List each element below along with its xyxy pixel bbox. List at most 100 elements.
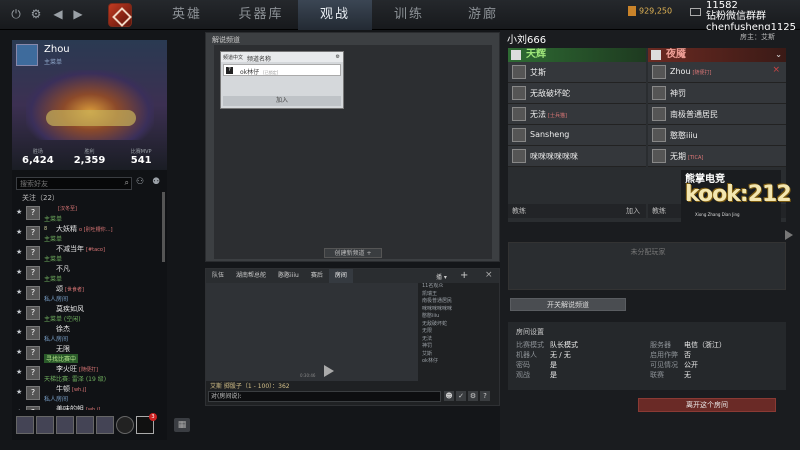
chat-input[interactable]: 对(房间说): bbox=[208, 391, 441, 402]
help-icon[interactable]: ? bbox=[480, 391, 490, 401]
profile-card[interactable]: Zhou 主菜单 胜场 6,424 胜利 2,359 比赛MVP 541 bbox=[12, 40, 167, 170]
headset-icon[interactable] bbox=[116, 416, 134, 434]
player-slot[interactable]: 无敌破坏蛇 bbox=[508, 83, 646, 104]
star-icon[interactable]: ★ bbox=[16, 368, 22, 376]
chat-tab[interactable]: 队伍 bbox=[206, 269, 230, 283]
party-avatar[interactable] bbox=[36, 416, 54, 434]
player-slot[interactable]: 憨憨iiiu bbox=[648, 125, 786, 146]
player-slot[interactable]: 无期 [TICA] bbox=[648, 146, 786, 167]
friend-list-scrollbar[interactable] bbox=[162, 192, 165, 262]
star-icon[interactable]: ★ bbox=[16, 408, 22, 410]
close-icon[interactable]: × bbox=[772, 65, 780, 75]
leave-lobby-button[interactable]: 离开这个房间 bbox=[638, 398, 776, 412]
play-icon[interactable] bbox=[324, 365, 334, 377]
chat-member[interactable]: 无法 bbox=[422, 336, 498, 344]
channel-slot[interactable]: ? ok林仔 [已锁定] bbox=[223, 64, 341, 76]
avatar[interactable] bbox=[16, 44, 38, 66]
chat-tab[interactable]: 憨憨iiiu bbox=[272, 269, 305, 283]
chevron-down-icon[interactable]: ⌄ bbox=[775, 48, 782, 62]
friend-row[interactable]: ★? 8 大妖精 o [别吐槽你…] 主菜单 bbox=[16, 224, 166, 244]
tab-learn[interactable]: 训练 bbox=[372, 0, 446, 30]
chat-member[interactable]: 憨憨iiiu bbox=[422, 313, 498, 321]
player-slot[interactable]: Zhou [随便打] × bbox=[648, 62, 786, 83]
star-icon[interactable]: ★ bbox=[16, 328, 22, 336]
star-icon[interactable]: ★ bbox=[16, 248, 22, 256]
friend-row[interactable]: ★?美味的蛆[wh.j]私人房间 bbox=[16, 404, 166, 410]
party-avatar[interactable] bbox=[56, 416, 74, 434]
settings-icon[interactable]: ⚙ bbox=[28, 6, 44, 22]
friend-row[interactable]: ★? 牛顿 [wh.j] 私人房间 bbox=[16, 384, 166, 404]
channel-join-button[interactable]: 加入 bbox=[223, 96, 341, 106]
star-icon[interactable]: ★ bbox=[16, 268, 22, 276]
friend-section-header[interactable]: 关注（22） bbox=[16, 192, 166, 204]
chat-member[interactable]: 神罚 bbox=[422, 343, 498, 351]
party-invite-button[interactable]: 3 bbox=[136, 413, 157, 434]
tab-armory[interactable]: 兵器库 bbox=[224, 0, 298, 30]
friend-row[interactable]: ★? [汉冬至] 主菜单 bbox=[16, 204, 166, 224]
add-chat-icon[interactable]: + bbox=[460, 270, 468, 281]
star-icon[interactable]: ★ bbox=[16, 388, 22, 396]
friend-groups-icon[interactable]: ⚉ bbox=[152, 177, 160, 187]
player-name: 咪咪咪咪咪咪 bbox=[530, 151, 578, 162]
mail-icon[interactable] bbox=[690, 8, 701, 16]
gear-icon[interactable]: ⚙ bbox=[336, 54, 340, 60]
unassigned-players[interactable]: 未分配玩家 bbox=[508, 242, 786, 290]
chat-member[interactable]: 咪咪咪咪咪咪 bbox=[422, 306, 498, 314]
toggle-broadcast-button[interactable]: 开关解说频道 bbox=[510, 298, 626, 311]
friend-row[interactable]: ★? 徐杰 私人房间 bbox=[16, 324, 166, 344]
setting-value: 是 bbox=[550, 361, 557, 369]
chat-tab[interactable]: 赛后 bbox=[305, 269, 329, 283]
setting-value: 无 / 无 bbox=[550, 351, 571, 359]
party-avatar[interactable] bbox=[76, 416, 94, 434]
star-icon[interactable]: ★ bbox=[16, 288, 22, 296]
star-icon[interactable]: ★ bbox=[16, 308, 22, 316]
chat-member[interactable]: 南极普通居民 bbox=[422, 298, 498, 306]
chat-messages[interactable]: 0:30:46 bbox=[206, 283, 418, 381]
chat-members-toggle[interactable]: 播 ▾ bbox=[436, 272, 447, 281]
tab-heroes[interactable]: 英雄 bbox=[150, 0, 224, 30]
player-slot[interactable]: 神罚 bbox=[648, 83, 786, 104]
chat-member[interactable]: 无限 bbox=[422, 328, 498, 336]
chat-tab[interactable]: 房间 bbox=[328, 269, 353, 283]
add-friend-icon[interactable]: ⚇ bbox=[136, 177, 144, 187]
close-chat-icon[interactable]: × bbox=[485, 270, 493, 280]
expand-arrow-icon[interactable] bbox=[785, 230, 793, 240]
settings-icon[interactable]: ⚙ bbox=[468, 391, 478, 401]
star-icon[interactable]: ★ bbox=[16, 208, 22, 216]
back-arrow-icon[interactable]: ◀ bbox=[50, 6, 66, 22]
confirm-icon[interactable]: ✓ bbox=[456, 391, 466, 401]
friend-search-input[interactable] bbox=[17, 178, 117, 189]
friend-row[interactable]: ★? 李火旺 [随便打] 天梯比赛: 雷泽 (19 级) bbox=[16, 364, 166, 384]
create-channel-button[interactable]: 创建新频道 + bbox=[324, 248, 382, 258]
chat-member[interactable]: 凯瑞王 bbox=[422, 291, 498, 299]
star-icon[interactable]: ★ bbox=[16, 348, 22, 356]
player-slot[interactable]: Sansheng bbox=[508, 125, 646, 146]
watermark-sub: Xiong Zhang Dian Jing bbox=[695, 212, 740, 217]
friend-row[interactable]: ★? 莫疾如风 主菜单 (空闲) bbox=[16, 304, 166, 324]
tab-arcade[interactable]: 游廊 bbox=[446, 0, 520, 30]
chat-member[interactable]: 11名观众 bbox=[422, 283, 498, 291]
friend-row[interactable]: ★? 无限 寻找比赛中 bbox=[16, 344, 166, 364]
player-slot[interactable]: 南极普通居民 bbox=[648, 104, 786, 125]
chat-tab[interactable]: 湖南帮总舵 bbox=[230, 269, 272, 283]
chat-member[interactable]: ok林仔 bbox=[422, 358, 498, 366]
dota-logo[interactable] bbox=[108, 3, 132, 27]
forward-arrow-icon[interactable]: ▶ bbox=[70, 6, 86, 22]
emoji-icon[interactable]: ☻ bbox=[444, 391, 454, 401]
chat-member[interactable]: 无敌破坏蛇 bbox=[422, 321, 498, 329]
chat-member[interactable]: 艾斯 bbox=[422, 351, 498, 359]
player-slot[interactable]: 无法 [士兵猫] bbox=[508, 104, 646, 125]
coach-join-button[interactable]: 加入 bbox=[626, 204, 640, 218]
player-slot[interactable]: 艾斯 bbox=[508, 62, 646, 83]
power-icon[interactable]: ⏻ bbox=[8, 6, 24, 22]
tab-watch[interactable]: 观战 bbox=[298, 0, 372, 30]
party-avatar[interactable] bbox=[16, 416, 34, 434]
player-slot[interactable]: 咪咪咪咪咪咪 bbox=[508, 146, 646, 167]
friend-row[interactable]: ★? 颂 [世食者] 私人房间 bbox=[16, 284, 166, 304]
search-icon[interactable]: ⌕ bbox=[125, 178, 129, 188]
friend-row[interactable]: ★? 不凡 主菜单 bbox=[16, 264, 166, 284]
friend-row[interactable]: ★? 不减当年 [#taco] 主菜单 bbox=[16, 244, 166, 264]
star-icon[interactable]: ★ bbox=[16, 228, 22, 236]
party-avatar[interactable] bbox=[96, 416, 114, 434]
grid-menu-icon[interactable]: ▦ bbox=[174, 418, 190, 432]
